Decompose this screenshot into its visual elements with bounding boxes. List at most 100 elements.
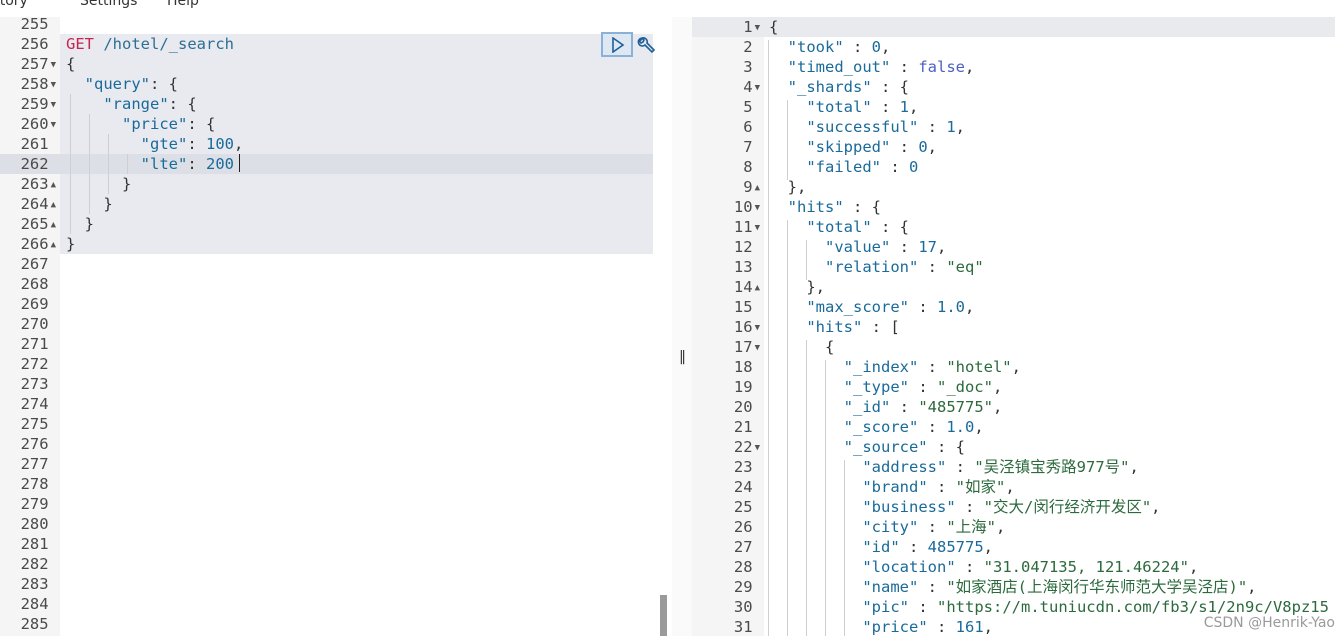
fold-arrow-down-icon[interactable]: ▼ <box>755 323 760 333</box>
code-line[interactable]: "location" : "31.047135, 121.46224", <box>769 557 1198 577</box>
code-line[interactable]: "_id" : "485775", <box>769 397 1003 417</box>
code-line[interactable]: }, <box>769 277 825 297</box>
code-line[interactable]: "total" : { <box>769 217 909 237</box>
line-number: 285▼ <box>0 614 56 634</box>
fold-arrow-up-icon[interactable]: ▲ <box>51 200 56 210</box>
request-scrollbar[interactable] <box>660 595 667 636</box>
code-line[interactable]: "relation" : "eq" <box>769 257 984 277</box>
request-editor[interactable]: 255▼256▼GET /hotel/_search257▼{258▼ "que… <box>0 17 672 636</box>
pane-splitter[interactable]: ‖ <box>672 17 692 636</box>
code-line[interactable]: "_type" : "_doc", <box>769 377 1003 397</box>
fold-arrow-down-icon[interactable]: ▼ <box>51 120 56 130</box>
fold-arrow-down-icon[interactable]: ▼ <box>51 80 56 90</box>
code-line[interactable]: "_shards" : { <box>769 77 909 97</box>
code-line[interactable]: "price" : 161, <box>769 617 993 636</box>
menu-help[interactable]: Help <box>167 0 199 9</box>
code-line[interactable]: "max_score" : 1.0, <box>769 297 974 317</box>
code-token: : <box>946 458 975 476</box>
code-token: , <box>983 538 993 556</box>
code-token: : <box>955 498 984 516</box>
fold-arrow-down-icon[interactable]: ▼ <box>755 83 760 93</box>
code-token: "id" <box>862 538 900 556</box>
fold-arrow-down-icon[interactable]: ▼ <box>755 203 760 213</box>
line-number: 264 ▲ <box>0 194 56 214</box>
code-line[interactable]: { <box>769 17 778 37</box>
code-line[interactable]: { <box>769 337 834 357</box>
fold-arrow-down-icon[interactable]: ▼ <box>51 100 56 110</box>
code-line[interactable]: GET /hotel/_search <box>66 34 234 54</box>
fold-arrow-down-icon[interactable]: ▼ <box>755 443 760 453</box>
code-token: "hits" <box>787 198 844 216</box>
line-number-text: 25 <box>733 498 753 516</box>
code-line[interactable]: "total" : 1, <box>769 97 918 117</box>
fold-arrow-down-icon[interactable]: ▼ <box>755 23 760 33</box>
code-line[interactable]: "_source" : { <box>769 437 965 457</box>
menu-history[interactable]: History <box>0 0 28 9</box>
fold-arrow-up-icon[interactable]: ▲ <box>51 240 56 250</box>
code-token: : { <box>871 218 909 236</box>
code-line[interactable]: "value" : 17, <box>769 237 946 257</box>
code-line[interactable]: "city" : "上海", <box>769 517 1005 537</box>
fold-arrow-down-icon[interactable]: ▼ <box>51 60 56 70</box>
code-line[interactable]: "hits" : { <box>769 197 881 217</box>
code-token: : <box>187 155 206 173</box>
fold-arrow-up-icon[interactable]: ▲ <box>51 180 56 190</box>
code-line[interactable]: "hits" : [ <box>769 317 899 337</box>
line-number: 272▼ <box>0 354 56 374</box>
code-token: 0 <box>918 138 928 156</box>
code-line[interactable]: "failed" : 0 <box>769 157 918 177</box>
wrench-settings-icon[interactable] <box>636 36 656 56</box>
code-line[interactable]: "gte": 100, <box>66 134 244 154</box>
code-line[interactable]: }, <box>769 177 807 197</box>
code-line[interactable]: "pic" : "https://m.tuniucdn.com/fb3/s1/2… <box>769 597 1329 617</box>
fold-arrow-up-icon[interactable]: ▲ <box>51 220 56 230</box>
line-number-text: 19 <box>733 378 753 396</box>
response-viewer[interactable]: 1▼{2▼ "took" : 0,3▼ "timed_out" : false,… <box>692 17 1335 636</box>
line-number: 275▼ <box>0 414 56 434</box>
indent-guide <box>844 460 845 636</box>
line-number: 273▼ <box>0 374 56 394</box>
code-line[interactable]: "lte": 200 <box>66 154 234 174</box>
code-token: "total" <box>806 98 872 116</box>
menu-settings[interactable]: Settings <box>80 0 137 9</box>
fold-arrow-down-icon[interactable]: ▼ <box>755 343 760 353</box>
line-number: 2▼ <box>692 37 760 57</box>
code-token: "failed" <box>806 158 881 176</box>
code-line[interactable]: "id" : 485775, <box>769 537 993 557</box>
code-line[interactable]: "query": { <box>66 74 178 94</box>
fold-arrow-up-icon[interactable]: ▲ <box>755 183 760 193</box>
line-number: 269▼ <box>0 294 56 314</box>
code-token: : <box>871 98 900 116</box>
code-token: "_shards" <box>787 78 872 96</box>
send-request-button[interactable] <box>601 32 633 57</box>
line-number-text: 23 <box>733 458 753 476</box>
line-number: 267▼ <box>0 254 56 274</box>
line-number-text: 13 <box>733 258 753 276</box>
code-token: 1.0 <box>936 298 965 316</box>
line-number: 7▼ <box>692 137 760 157</box>
code-token: : <box>908 378 937 396</box>
code-line[interactable]: } <box>66 174 131 194</box>
code-line[interactable]: "business" : "交大/闵行经济开发区", <box>769 497 1160 517</box>
code-token: { <box>769 18 779 36</box>
code-line[interactable]: "successful" : 1, <box>769 117 965 137</box>
code-line[interactable]: "name" : "如家酒店(上海闵行华东师范大学吴泾店)", <box>769 577 1256 597</box>
fold-arrow-up-icon[interactable]: ▲ <box>755 283 760 293</box>
code-line[interactable]: "took" : 0, <box>769 37 891 57</box>
code-line[interactable]: "skipped" : 0, <box>769 137 937 157</box>
code-line[interactable]: { <box>66 54 75 74</box>
code-line[interactable]: "_score" : 1.0, <box>769 417 984 437</box>
line-number-text: 279 <box>20 495 49 513</box>
line-number: 274▼ <box>0 394 56 414</box>
code-line[interactable]: "timed_out" : false, <box>769 57 975 77</box>
fold-arrow-down-icon[interactable]: ▼ <box>755 223 760 233</box>
code-line[interactable]: "range": { <box>66 94 196 114</box>
code-line[interactable]: } <box>66 234 75 254</box>
line-number-text: 270 <box>20 315 49 333</box>
